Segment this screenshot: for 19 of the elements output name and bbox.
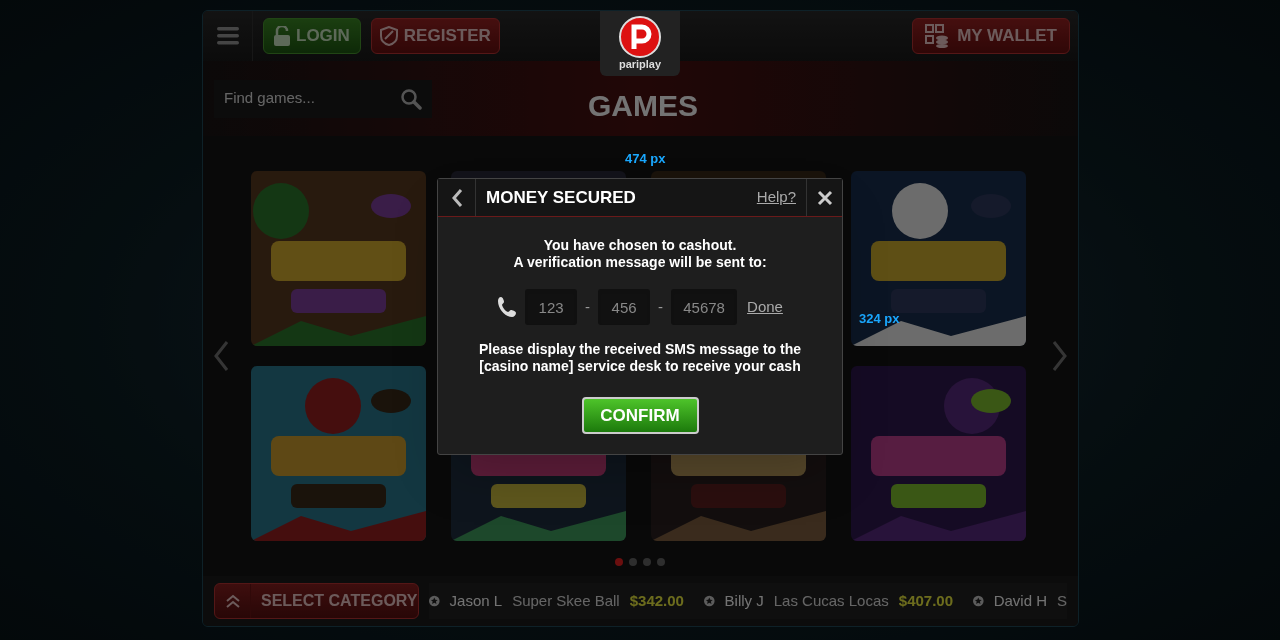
player-name: David H: [993, 590, 1047, 611]
dimension-label: 474 px: [625, 150, 666, 168]
instruction-text: Please display the received SMS message to the: [478, 341, 802, 358]
game-name: S: [1057, 590, 1067, 611]
dialog-message: A verification message will be sent to:: [513, 254, 767, 271]
win-amount: $407.00: [898, 590, 954, 611]
dialog-message: You have chosen to cashout.: [543, 237, 737, 254]
logo-text: pariplay: [618, 59, 662, 70]
dialog-title: MONEY SECURED: [486, 186, 636, 209]
game-name: Super Skee Ball: [512, 590, 620, 611]
dimension-label: 324 px: [859, 310, 900, 328]
instruction-text: [casino name] service desk to receive your cash: [479, 358, 801, 375]
separator-dash: -: [658, 296, 664, 317]
section-title: GAMES: [588, 88, 698, 124]
win-amount: $342.00: [629, 590, 684, 611]
separator-dash: -: [585, 296, 591, 317]
player-name: Jason L: [449, 590, 503, 611]
player-name: Billy J: [724, 590, 764, 611]
game-name: Las Cucas Locas: [773, 590, 889, 611]
